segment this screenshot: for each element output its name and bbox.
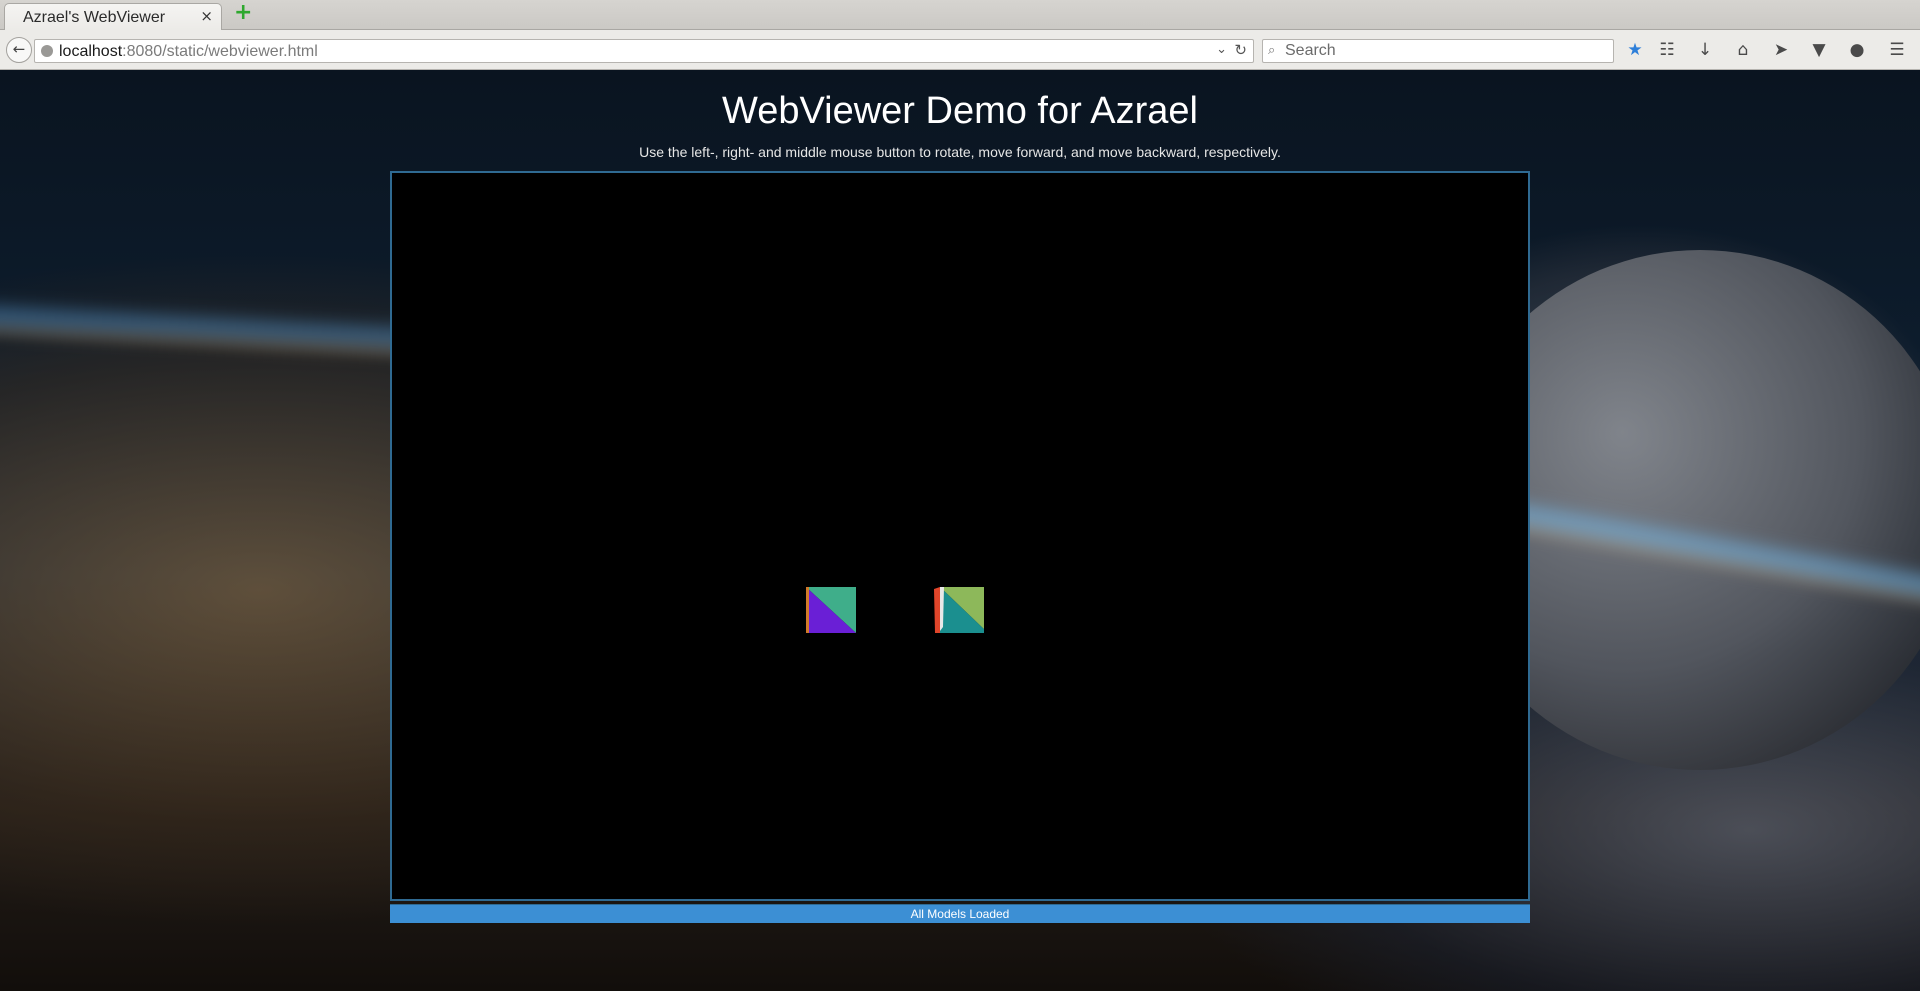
url-text[interactable]: localhost:8080/static/webviewer.html — [59, 43, 318, 61]
status-bar: All Models Loaded — [390, 904, 1530, 923]
reload-icon[interactable]: ↻ — [1234, 41, 1247, 59]
site-info-icon[interactable] — [41, 45, 53, 57]
search-input[interactable] — [1285, 40, 1605, 62]
menu-icon[interactable]: ☰ — [1886, 39, 1908, 61]
close-icon[interactable]: × — [200, 7, 213, 25]
bookmark-star-icon[interactable]: ★ — [1624, 39, 1646, 61]
cube-model-1[interactable] — [806, 587, 856, 633]
browser-tab[interactable]: Azrael's WebViewer × — [4, 3, 222, 30]
search-bar[interactable]: ⌕ — [1262, 39, 1614, 63]
downloads-icon[interactable]: ↓ — [1694, 39, 1716, 61]
url-bar[interactable]: localhost:8080/static/webviewer.html ⌄ ↻ — [34, 39, 1254, 63]
search-icon: ⌕ — [1268, 43, 1276, 58]
send-icon[interactable]: ➤ — [1770, 39, 1792, 61]
tab-title: Azrael's WebViewer — [23, 9, 166, 26]
url-host: localhost — [59, 43, 123, 60]
navigation-toolbar: ← localhost:8080/static/webviewer.html ⌄… — [0, 30, 1920, 70]
cube-model-2[interactable] — [934, 587, 984, 633]
chat-icon[interactable]: ● — [1846, 39, 1868, 61]
chevron-down-icon[interactable]: ⌄ — [1216, 42, 1227, 57]
new-tab-icon[interactable]: + — [234, 2, 252, 24]
page-background: WebViewer Demo for Azrael Use the left-,… — [0, 70, 1920, 991]
home-icon[interactable]: ⌂ — [1732, 39, 1754, 61]
reading-list-icon[interactable]: ☷ — [1656, 39, 1678, 61]
instructions-text: Use the left-, right- and middle mouse b… — [639, 144, 1281, 160]
url-path: :8080/static/webviewer.html — [122, 43, 318, 60]
page-title: WebViewer Demo for Azrael — [722, 90, 1198, 132]
tab-strip: Azrael's WebViewer × + — [0, 0, 1920, 30]
pocket-icon[interactable]: ▼ — [1808, 39, 1830, 61]
webgl-viewport[interactable] — [390, 171, 1530, 901]
back-button[interactable]: ← — [6, 37, 32, 63]
back-arrow-icon: ← — [12, 40, 26, 58]
